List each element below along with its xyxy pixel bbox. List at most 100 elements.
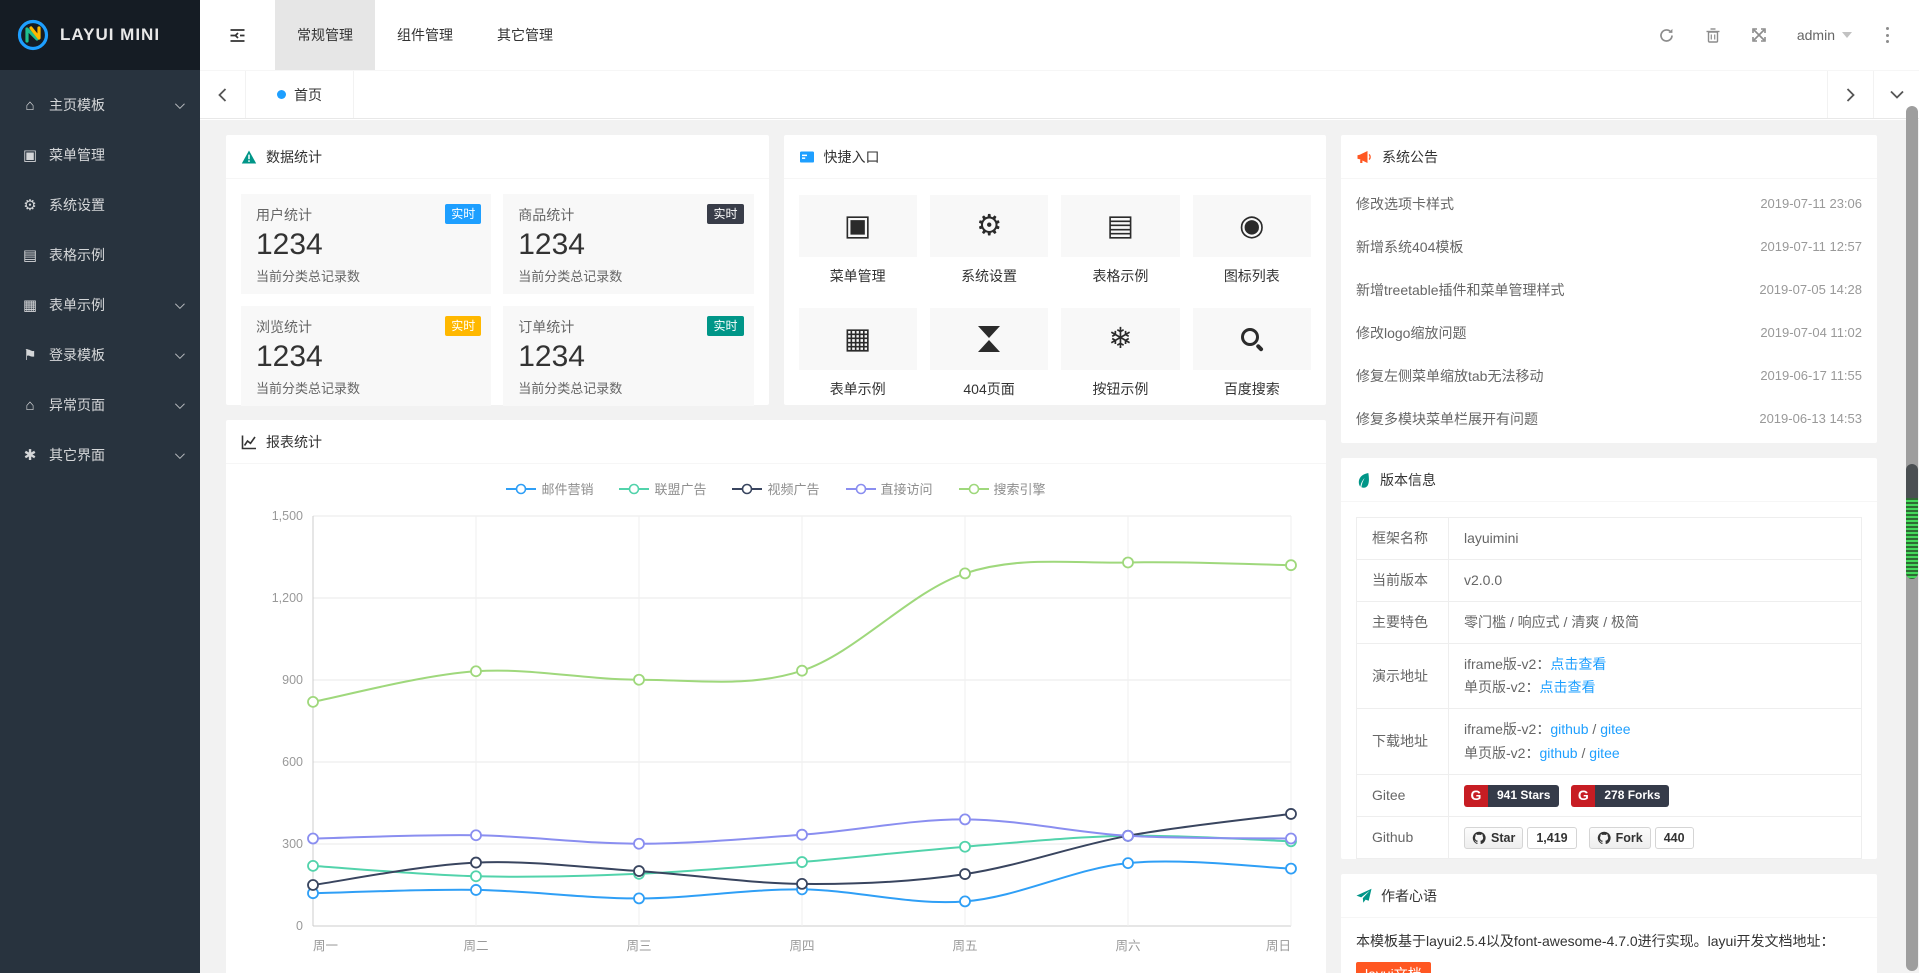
svg-text:1,500: 1,500 bbox=[272, 509, 303, 523]
sidebar-item-system-setting[interactable]: ⚙系统设置 bbox=[0, 180, 200, 230]
quick-entry-label: 表单示例 bbox=[799, 379, 917, 399]
gitee-badge[interactable]: G278 Forks bbox=[1571, 785, 1669, 807]
stat-value: 1234 bbox=[518, 228, 738, 262]
github-fork-button[interactable]: Fork bbox=[1589, 827, 1651, 849]
quick-entry-label: 按钮示例 bbox=[1061, 379, 1179, 399]
quick-entry-表单示例[interactable]: ▦ 表单示例 bbox=[799, 308, 917, 399]
refresh-icon[interactable] bbox=[1658, 27, 1675, 44]
gears-icon: ⚙ bbox=[976, 212, 1002, 241]
gitee-badge[interactable]: G941 Stars bbox=[1464, 785, 1559, 807]
link-点击查看[interactable]: 点击查看 bbox=[1539, 679, 1595, 695]
chevron-down-icon bbox=[175, 99, 185, 109]
quick-entry-图标列表[interactable]: ◉图标列表 bbox=[1193, 195, 1311, 286]
legend-item-联盟广告[interactable]: 联盟广告 bbox=[619, 479, 706, 498]
quick-entry-card: 快捷入口 ▣菜单管理⚙系统设置▤表格示例◉图标列表▦表单示例404页面❄按钮示例… bbox=[784, 135, 1327, 405]
author-card: 作者心语 本模板基于layui2.5.4以及font-awesome-4.7.0… bbox=[1341, 874, 1877, 973]
link-line-prefix: 单页版-v2： bbox=[1464, 745, 1539, 761]
legend-item-视频广告[interactable]: 视频广告 bbox=[732, 479, 819, 498]
sidebar-item-other-page[interactable]: ✱其它界面 bbox=[0, 430, 200, 480]
collapse-sidebar-button[interactable] bbox=[200, 0, 275, 70]
quick-entry-icon-box: ❄ bbox=[1061, 308, 1179, 370]
link-gitee[interactable]: gitee bbox=[1600, 721, 1630, 737]
link-line-prefix: iframe版-v2： bbox=[1464, 721, 1550, 737]
more-menu-icon[interactable] bbox=[1882, 22, 1893, 49]
legend-item-搜索引擎[interactable]: 搜索引擎 bbox=[959, 479, 1046, 498]
chevron-down-icon bbox=[1889, 89, 1905, 100]
tabs-scroll-right-button[interactable] bbox=[1827, 71, 1873, 118]
top-tab-其它管理[interactable]: 其它管理 bbox=[475, 0, 575, 70]
sidebar-item-error-page[interactable]: ⌂异常页面 bbox=[0, 380, 200, 430]
version-row-value: layuimini bbox=[1449, 518, 1862, 560]
chevron-down-icon bbox=[175, 299, 185, 309]
quick-entry-百度搜索[interactable]: 百度搜索 bbox=[1193, 308, 1311, 399]
svg-text:300: 300 bbox=[282, 837, 303, 851]
stat-box: 商品统计1234当前分类总记录数实时 bbox=[503, 194, 753, 294]
link-点击查看[interactable]: 点击查看 bbox=[1550, 656, 1606, 672]
github-count[interactable]: 440 bbox=[1655, 827, 1694, 849]
quick-entry-系统设置[interactable]: ⚙系统设置 bbox=[930, 195, 1048, 286]
svg-text:1,200: 1,200 bbox=[272, 591, 303, 605]
topbar: 常规管理组件管理其它管理 admin bbox=[200, 0, 1919, 70]
version-card: 版本信息 框架名称layuimini当前版本v2.0.0主要特色零门槛 / 响应… bbox=[1341, 458, 1877, 859]
quick-entry-404页面[interactable]: 404页面 bbox=[930, 308, 1048, 399]
link-line-prefix: iframe版-v2： bbox=[1464, 656, 1550, 672]
version-row: 框架名称layuimini bbox=[1357, 518, 1862, 560]
logo[interactable]: LAYUI MINI bbox=[0, 0, 200, 70]
announcement-item: 新增treetable插件和菜单管理样式2019-07-05 14:28 bbox=[1341, 268, 1877, 311]
flag-icon: ⚑ bbox=[20, 346, 40, 364]
sidebar-item-label: 其它界面 bbox=[49, 445, 175, 465]
fullscreen-icon[interactable] bbox=[1751, 27, 1767, 43]
gitee-logo-icon: G bbox=[1571, 785, 1595, 807]
chevron-left-icon bbox=[217, 87, 228, 103]
trash-icon[interactable] bbox=[1705, 27, 1721, 44]
sidebar-item-login-template[interactable]: ⚑登录模板 bbox=[0, 330, 200, 380]
top-tab-常规管理[interactable]: 常规管理 bbox=[275, 0, 375, 70]
sidebar-item-table-demo[interactable]: ▤表格示例 bbox=[0, 230, 200, 280]
bullhorn-icon bbox=[1356, 149, 1373, 165]
sidebar-item-label: 菜单管理 bbox=[49, 145, 182, 165]
announcement-text: 新增treetable插件和菜单管理样式 bbox=[1356, 280, 1564, 300]
scrollbar-thumb[interactable] bbox=[1906, 464, 1918, 579]
layui-doc-badge[interactable]: layui文档 bbox=[1356, 962, 1431, 973]
version-table: 框架名称layuimini当前版本v2.0.0主要特色零门槛 / 响应式 / 清… bbox=[1356, 517, 1862, 859]
outdent-icon bbox=[228, 27, 247, 44]
github-count[interactable]: 1,419 bbox=[1527, 827, 1576, 849]
github-cat-icon bbox=[1597, 831, 1611, 845]
tab-home[interactable]: 首页 bbox=[246, 71, 354, 118]
link-github[interactable]: github bbox=[1550, 721, 1588, 737]
quick-entry-菜单管理[interactable]: ▣菜单管理 bbox=[799, 195, 917, 286]
github-star-button[interactable]: Star bbox=[1464, 827, 1523, 849]
version-row: 主要特色零门槛 / 响应式 / 清爽 / 极简 bbox=[1357, 602, 1862, 644]
github-button-label: Fork bbox=[1616, 828, 1643, 849]
user-menu[interactable]: admin bbox=[1797, 27, 1852, 43]
sidebar-item-form-demo[interactable]: ▦表单示例 bbox=[0, 280, 200, 330]
version-title: 版本信息 bbox=[1380, 470, 1436, 490]
quick-entry-icon-box: ▦ bbox=[799, 308, 917, 370]
version-row-label: 框架名称 bbox=[1357, 518, 1449, 560]
legend-label: 邮件营销 bbox=[541, 479, 593, 498]
tabs-scroll-left-button[interactable] bbox=[200, 71, 246, 118]
chart-legend: 邮件营销 联盟广告 视频广告 直接访问 搜索引擎 bbox=[226, 479, 1326, 498]
paper-plane-icon bbox=[1356, 888, 1372, 904]
legend-item-直接访问[interactable]: 直接访问 bbox=[846, 479, 933, 498]
home-icon: ⌂ bbox=[20, 97, 40, 114]
legend-item-邮件营销[interactable]: 邮件营销 bbox=[506, 479, 593, 498]
top-tab-组件管理[interactable]: 组件管理 bbox=[375, 0, 475, 70]
tabbar-spacer bbox=[354, 71, 1827, 118]
quick-entry-按钮示例[interactable]: ❄ 按钮示例 bbox=[1061, 308, 1179, 399]
link-github[interactable]: github bbox=[1539, 745, 1577, 761]
sidebar-item-menu-manage[interactable]: ▣菜单管理 bbox=[0, 130, 200, 180]
announcement-text: 修复多模块菜单栏展开有问题 bbox=[1356, 409, 1538, 429]
line-chart: 03006009001,2001,500周一周二周三周四周五周六周日 bbox=[226, 500, 1326, 971]
chevron-down-icon bbox=[175, 349, 185, 359]
scrollbar-track[interactable] bbox=[1906, 106, 1918, 971]
announcement-item: 新增系统404模板2019-07-11 12:57 bbox=[1341, 225, 1877, 268]
link-gitee[interactable]: gitee bbox=[1589, 745, 1619, 761]
version-row: 演示地址iframe版-v2：点击查看单页版-v2：点击查看 bbox=[1357, 644, 1862, 709]
realtime-badge: 实时 bbox=[707, 204, 743, 224]
stat-box: 浏览统计1234当前分类总记录数实时 bbox=[241, 306, 491, 406]
quick-entry-表格示例[interactable]: ▤表格示例 bbox=[1061, 195, 1179, 286]
version-row-value: 零门槛 / 响应式 / 清爽 / 极简 bbox=[1449, 602, 1862, 644]
sidebar-item-home-template[interactable]: ⌂主页模板 bbox=[0, 80, 200, 130]
svg-text:周日: 周日 bbox=[1266, 939, 1291, 953]
